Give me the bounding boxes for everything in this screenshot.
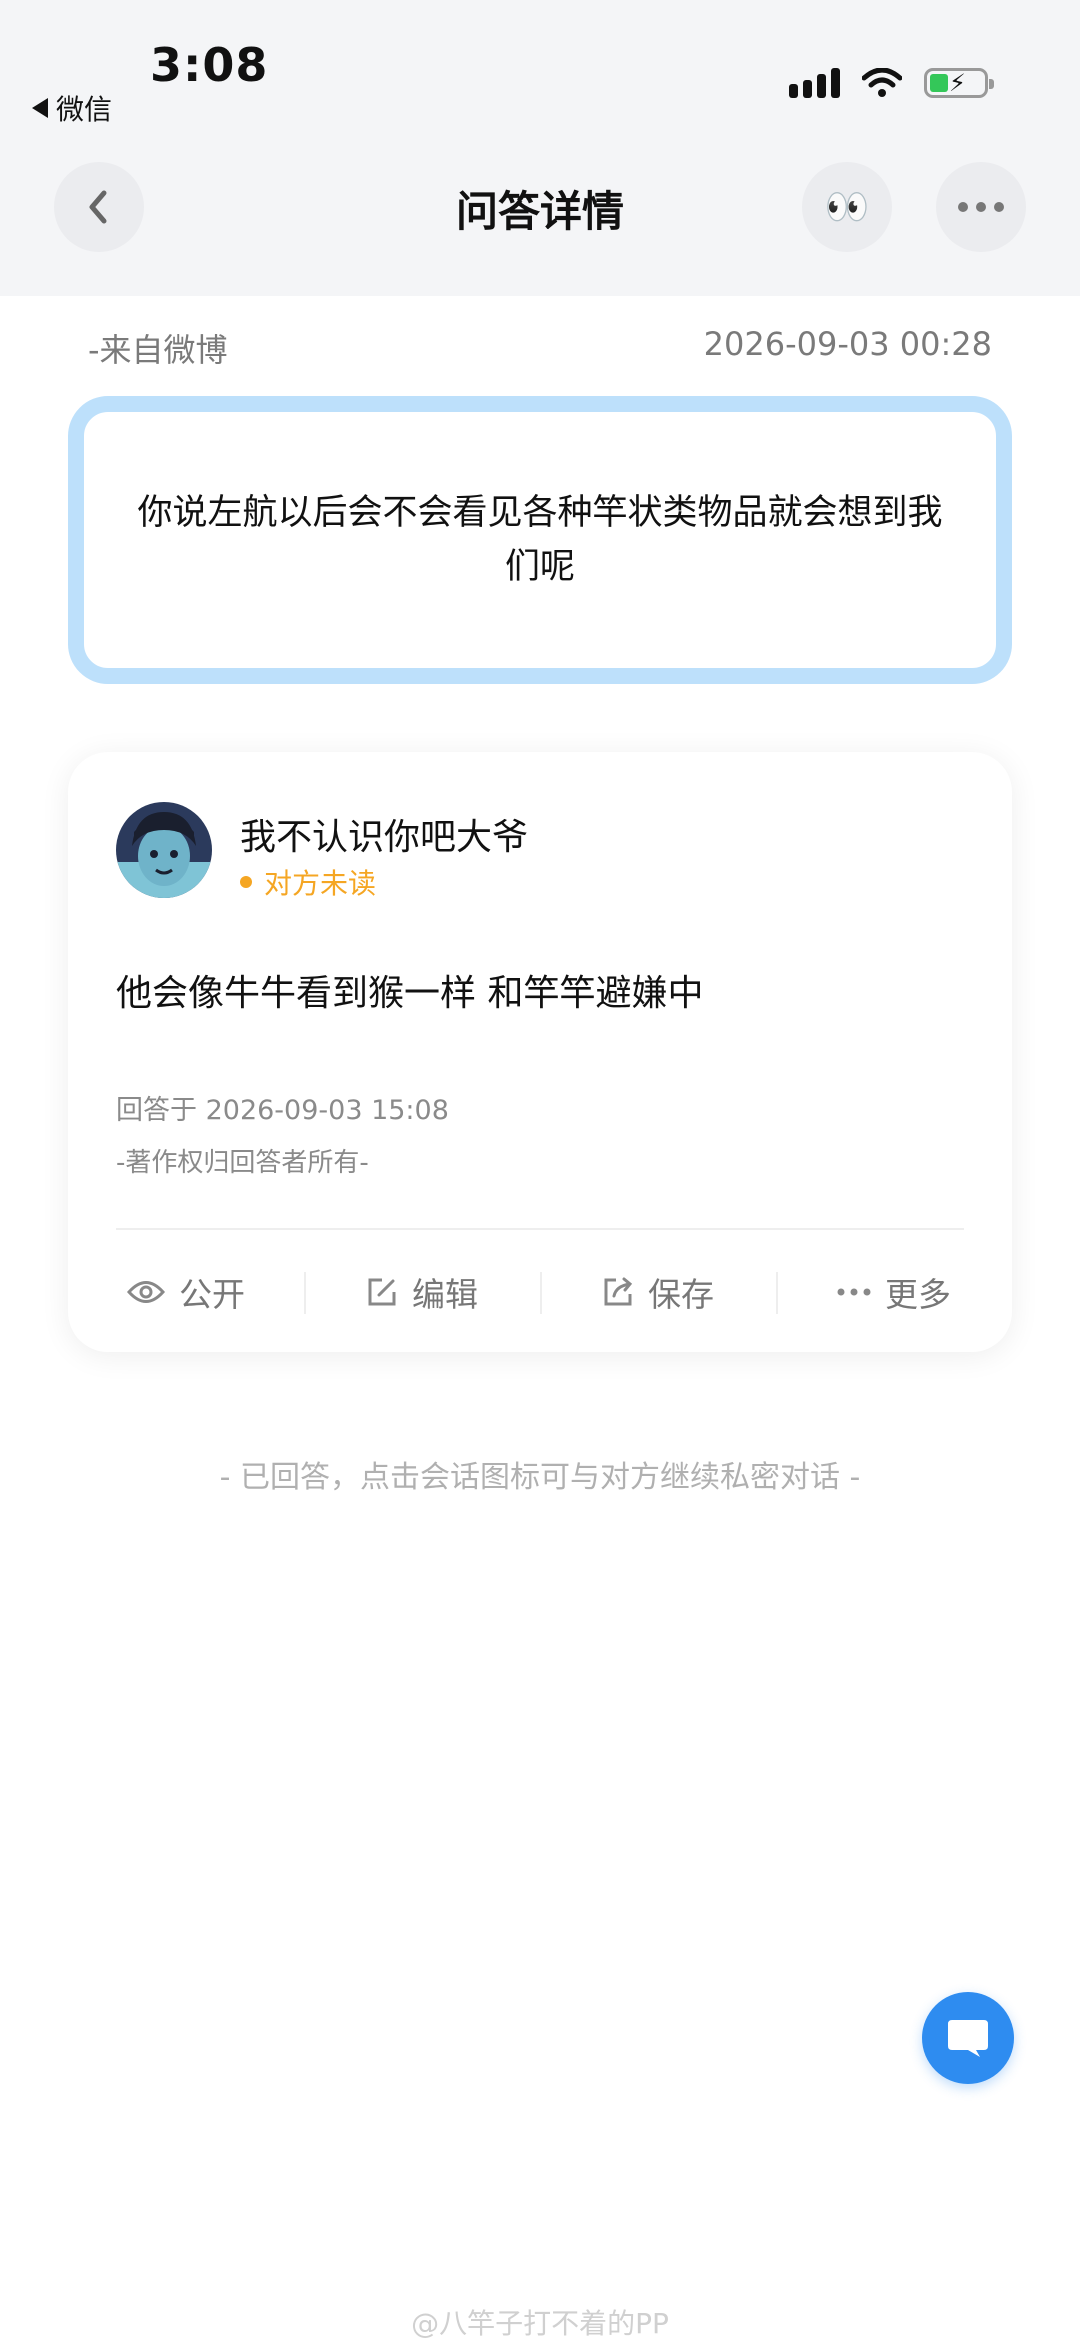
more-label: 更多 (885, 1275, 951, 1314)
chat-button[interactable] (922, 1992, 1014, 2084)
public-button[interactable]: 公开 (68, 1230, 304, 1354)
back-app-label: 微信 (56, 93, 113, 126)
conversation-hint: - 已回答，点击会话图标可与对方继续私密对话 - (219, 1460, 861, 1495)
read-status: 对方未读 (240, 862, 376, 902)
more-button[interactable]: 更多 (776, 1230, 1012, 1354)
chat-bubble-icon (948, 2020, 988, 2057)
answer-actions: 公开 编辑 保存 更多 (68, 1230, 1012, 1354)
question-text: 你说左航以后会不会看见各种竿状类物品就会想到我们呢 (137, 493, 943, 587)
eye-icon (127, 1281, 165, 1303)
answerer-name[interactable]: 我不认识你吧大爷 (240, 808, 528, 860)
battery-icon: ⚡ (924, 68, 994, 98)
status-icons: ⚡ (789, 68, 994, 98)
edit-button[interactable]: 编辑 (304, 1230, 540, 1354)
status-time: 3:08 (150, 38, 269, 92)
read-status-label: 对方未读 (264, 867, 377, 900)
back-to-app-link[interactable]: 微信 (32, 88, 112, 128)
copyright-note: -著作权归回答者所有- (116, 1148, 369, 1178)
avatar[interactable] (116, 802, 212, 898)
question-meta: -来自微博 2026-09-03 00:28 (88, 325, 992, 371)
question-date: 2026-09-03 00:28 (703, 325, 992, 363)
unread-dot-icon (240, 876, 252, 888)
more-dots-icon (837, 1288, 871, 1296)
ellipsis-icon (958, 202, 1004, 212)
answer-card: 我不认识你吧大爷 对方未读 他会像牛牛看到猴一样 和竿竿避嫌中 回答于 2026… (68, 752, 1012, 1352)
question-card: 你说左航以后会不会看见各种竿状类物品就会想到我们呢 (68, 396, 1012, 684)
share-save-icon (604, 1277, 633, 1306)
public-label: 公开 (179, 1275, 245, 1314)
header: 3:08 微信 ⚡ 问答详情 👀 (0, 0, 1080, 296)
more-menu-button[interactable] (936, 162, 1026, 252)
avatar-image (116, 802, 212, 898)
watermark: @八竿子打不着的PP (411, 2307, 669, 2340)
page-title: 问答详情 (455, 187, 624, 236)
answer-text: 他会像牛牛看到猴一样 和竿竿避嫌中 (116, 973, 704, 1014)
wifi-icon (862, 68, 902, 97)
back-triangle-icon (32, 98, 48, 118)
question-source: -来自微博 (88, 331, 228, 369)
cellular-signal-icon (789, 68, 840, 98)
save-button[interactable]: 保存 (540, 1230, 776, 1354)
edit-icon (368, 1278, 396, 1306)
save-label: 保存 (648, 1275, 714, 1314)
eyes-emoji-icon: 👀 (824, 187, 870, 228)
answer-time: 回答于 2026-09-03 15:08 (116, 1095, 449, 1126)
eyes-button[interactable]: 👀 (802, 162, 892, 252)
edit-label: 编辑 (412, 1275, 478, 1314)
